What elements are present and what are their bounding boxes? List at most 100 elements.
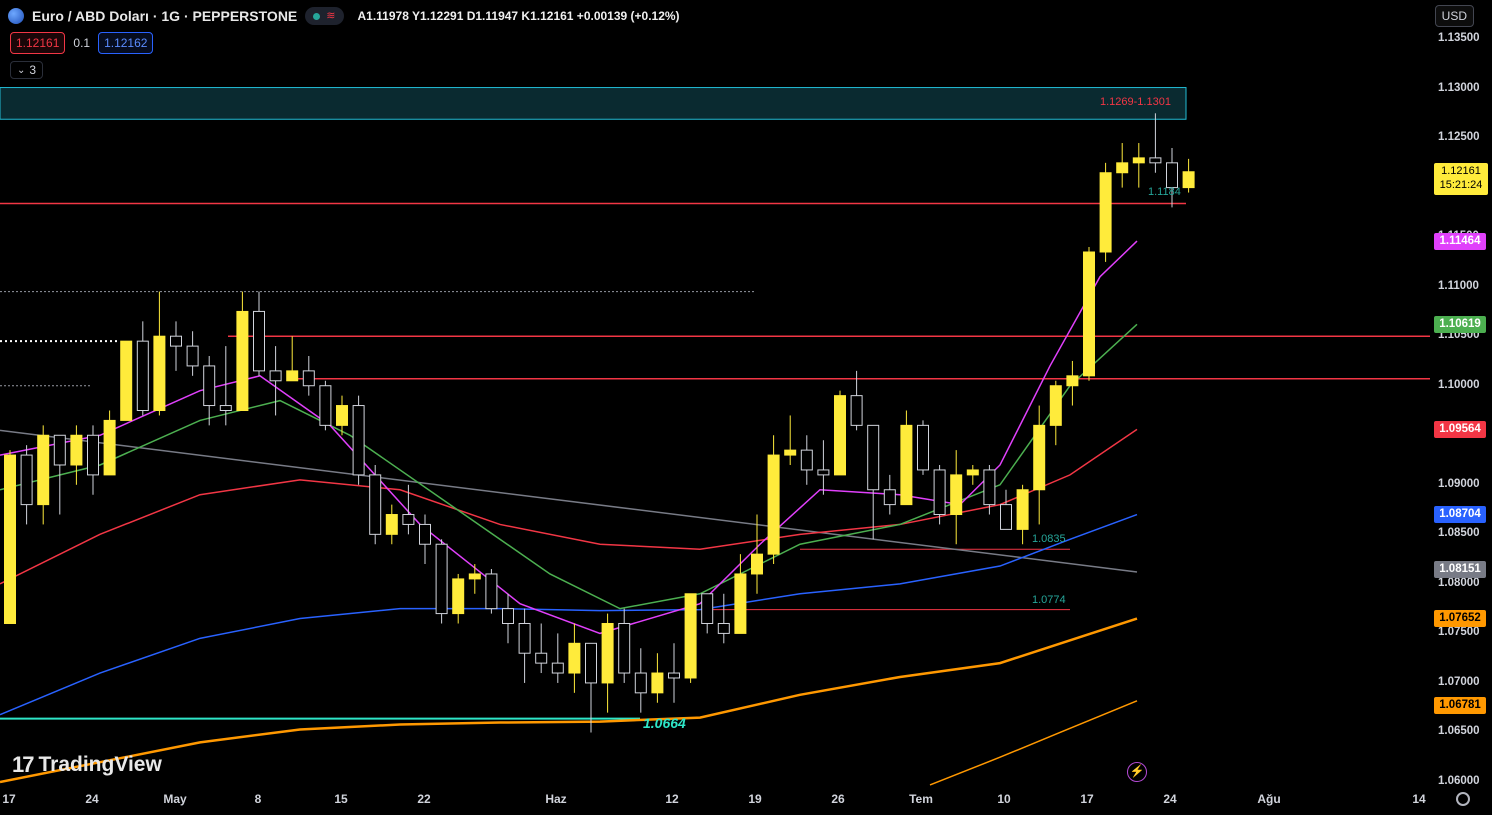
candle bbox=[518, 608, 531, 683]
market-status[interactable]: ≋ bbox=[305, 7, 344, 25]
candle-body bbox=[385, 514, 398, 535]
candle-body bbox=[103, 419, 116, 476]
candle-body bbox=[319, 385, 332, 426]
candle-body bbox=[1149, 157, 1162, 164]
candle-body bbox=[302, 370, 315, 387]
wave-icon: ≋ bbox=[326, 9, 336, 22]
candle-body bbox=[834, 395, 846, 476]
candle bbox=[850, 370, 863, 431]
ma-green-line bbox=[0, 323, 1138, 610]
level-label-10774: 1.0774 bbox=[1032, 594, 1066, 606]
current-price: 1.12161 bbox=[1441, 165, 1481, 177]
time-tick: 17 bbox=[2, 792, 16, 806]
price-tick: 1.13500 bbox=[1438, 32, 1480, 44]
candle bbox=[402, 484, 415, 535]
candle-body bbox=[1066, 375, 1079, 387]
candle-body bbox=[1049, 385, 1062, 426]
price-tick: 1.12500 bbox=[1438, 131, 1480, 144]
candle bbox=[668, 643, 680, 703]
candle bbox=[37, 425, 50, 525]
watermark-text: TradingView bbox=[38, 753, 162, 776]
candle-body bbox=[585, 642, 597, 684]
indicators-toggle[interactable]: ⌄ 3 bbox=[10, 61, 44, 79]
candle bbox=[4, 450, 16, 624]
candle-body bbox=[568, 642, 581, 674]
candle bbox=[1149, 113, 1162, 173]
drawing-layer bbox=[0, 87, 1430, 786]
candle bbox=[468, 564, 481, 594]
time-tick: Ağu bbox=[1257, 792, 1281, 806]
trade-buttons: 1.12161 0.1 1.12162 bbox=[10, 32, 154, 54]
candle bbox=[1099, 162, 1112, 262]
candle bbox=[153, 291, 166, 416]
candle bbox=[1132, 143, 1145, 188]
candle-body bbox=[502, 608, 514, 624]
price-chart[interactable] bbox=[0, 0, 1430, 790]
ma-price-label: 1.09564 bbox=[1434, 420, 1486, 438]
candle-body bbox=[1033, 424, 1046, 491]
lightning-icon[interactable]: ⚡ bbox=[1127, 762, 1147, 782]
bar-countdown: 15:21:24 bbox=[1439, 179, 1483, 191]
candle-body bbox=[37, 434, 50, 506]
candle-body bbox=[1166, 162, 1178, 189]
candle bbox=[352, 395, 365, 485]
candle-body bbox=[468, 573, 481, 580]
buy-button[interactable]: 1.12162 bbox=[98, 32, 154, 54]
candle bbox=[966, 464, 979, 485]
candle bbox=[701, 593, 714, 634]
symbol-flag-icon bbox=[8, 8, 24, 24]
candle-body bbox=[767, 454, 780, 555]
price-tick: 1.13000 bbox=[1438, 81, 1480, 94]
settings-gear-icon[interactable] bbox=[1456, 792, 1470, 806]
sell-button[interactable]: 1.12161 bbox=[10, 32, 66, 54]
candles-layer bbox=[4, 113, 1195, 733]
candle bbox=[684, 593, 697, 683]
candle bbox=[70, 425, 83, 485]
candle bbox=[286, 336, 299, 382]
time-tick: Haz bbox=[545, 792, 567, 806]
ma-price-label: 1.06781 bbox=[1434, 696, 1486, 714]
candle-body bbox=[634, 672, 647, 694]
ma-red-line bbox=[0, 428, 1138, 585]
ma-price-label: 1.08151 bbox=[1434, 560, 1486, 578]
candle bbox=[568, 623, 581, 693]
symbol-title[interactable]: Euro / ABD Doları · 1G · PEPPERSTONE bbox=[32, 8, 297, 24]
trend-line bbox=[0, 429, 1138, 573]
candle bbox=[1049, 380, 1062, 446]
candle bbox=[419, 514, 431, 565]
candle-body bbox=[701, 593, 714, 624]
price-tick: 1.09000 bbox=[1438, 477, 1480, 490]
candle bbox=[717, 593, 730, 644]
candle-body bbox=[601, 622, 614, 684]
ma-orange-thin-line bbox=[929, 700, 1138, 786]
candle-body bbox=[933, 469, 946, 516]
price-tick: 1.10000 bbox=[1438, 378, 1480, 391]
currency-selector[interactable]: USD bbox=[1434, 5, 1474, 27]
candle-body bbox=[236, 310, 249, 411]
candle bbox=[302, 356, 315, 396]
candle-body bbox=[684, 593, 697, 679]
candle-body bbox=[651, 672, 664, 694]
candle bbox=[601, 613, 614, 713]
candle bbox=[203, 356, 216, 426]
candle bbox=[120, 340, 133, 421]
candle bbox=[253, 291, 265, 376]
spread-value: 0.1 bbox=[73, 36, 91, 50]
tv-logo-icon: 17 bbox=[12, 752, 35, 777]
candle-body bbox=[1083, 251, 1095, 377]
ma-price-label: 1.07652 bbox=[1434, 610, 1486, 628]
candle-body bbox=[336, 405, 348, 426]
candle-body bbox=[253, 310, 265, 372]
candle bbox=[87, 425, 99, 495]
candle-body bbox=[1099, 172, 1112, 253]
price-tick: 1.08500 bbox=[1438, 527, 1480, 540]
chart-header: Euro / ABD Doları · 1G · PEPPERSTONE ≋ A… bbox=[8, 6, 680, 26]
candle bbox=[950, 450, 963, 545]
candle-body bbox=[369, 474, 382, 535]
candle-body bbox=[186, 345, 199, 367]
supply-zone-rect bbox=[0, 87, 1187, 120]
candle bbox=[618, 608, 631, 683]
candle-body bbox=[551, 662, 564, 674]
candle-body bbox=[269, 370, 282, 382]
tradingview-logo: 17 TradingView bbox=[12, 752, 162, 778]
